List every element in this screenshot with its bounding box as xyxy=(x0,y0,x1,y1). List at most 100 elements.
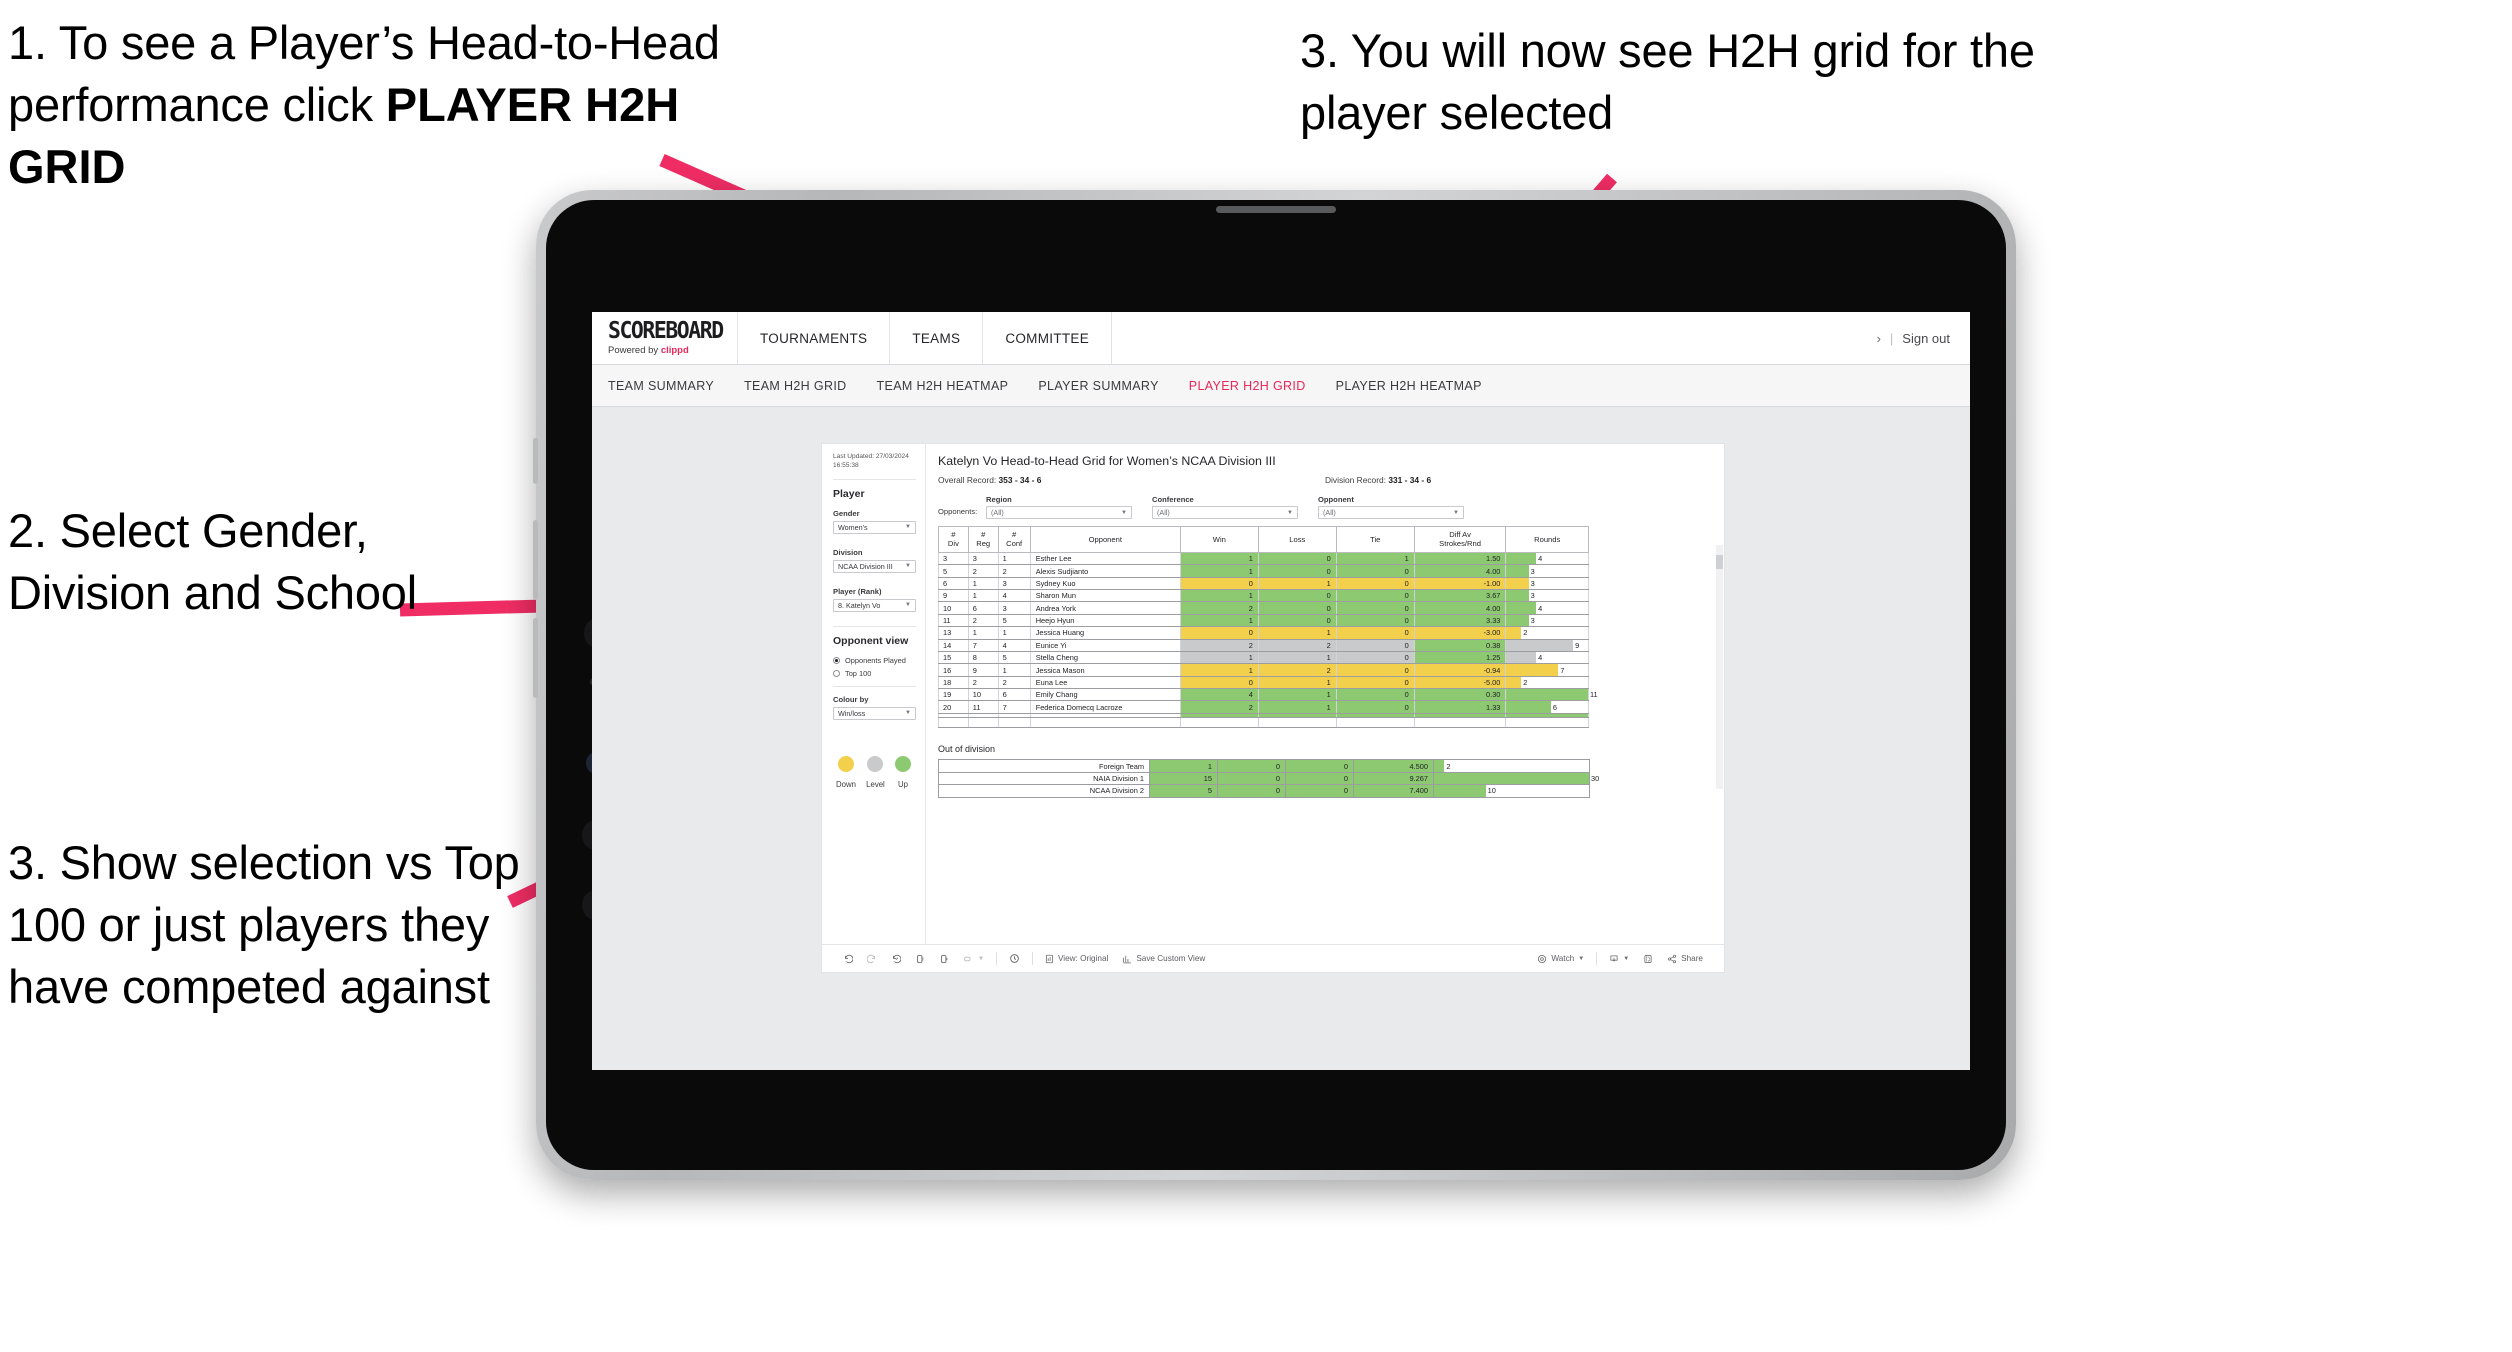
table-row[interactable]: 9 1 4 Sharon Mun 1 0 0 3.67 3 xyxy=(938,589,1589,603)
radio-top-100[interactable]: Top 100 xyxy=(833,669,916,678)
revert-button[interactable] xyxy=(884,954,908,964)
table-row[interactable]: 18 2 2 Euna Lee 0 1 0 -5.00 2 xyxy=(938,675,1589,690)
conference-select-value: (All) xyxy=(1157,508,1170,517)
gender-select-value: Women's xyxy=(838,522,868,532)
refresh-data-button[interactable] xyxy=(908,954,932,964)
redo-button[interactable] xyxy=(860,954,884,964)
download-button[interactable]: ▼ xyxy=(1602,954,1636,964)
cell-tie: 0 xyxy=(1335,601,1415,615)
toolbar-divider-1 xyxy=(995,952,997,965)
primary-nav: TOURNAMENTS TEAMS COMMITTEE xyxy=(738,312,1113,364)
cell-loss: 0 xyxy=(1257,613,1337,628)
nav-item-committee[interactable]: COMMITTEE xyxy=(983,312,1113,364)
table-row[interactable]: 15 8 5 Stella Cheng 1 1 0 1.25 4 xyxy=(938,650,1589,665)
table-row[interactable]: 5 2 2 Alexis Sudjianto 1 0 0 4.00 3 xyxy=(938,564,1589,578)
player-rank-select[interactable]: 8. Katelyn Vo ▼ xyxy=(833,598,916,612)
out-of-division-row[interactable]: NAIA Division 1 15 0 0 9.267 30 xyxy=(938,771,1599,786)
pause-updates-button[interactable] xyxy=(932,954,956,964)
cell-loss: 1 xyxy=(1257,576,1337,591)
rounds-value: 3 xyxy=(1530,578,1535,588)
cell-diff: 4.00 xyxy=(1413,601,1507,615)
conference-select[interactable]: (All) ▼ xyxy=(1152,506,1298,519)
cell-conf: 1 xyxy=(997,626,1031,640)
legend-label-level: Level xyxy=(866,779,885,789)
table-row[interactable]: 10 6 3 Andrea York 2 0 0 4.00 4 xyxy=(938,601,1589,615)
cell-reg: 11 xyxy=(967,700,999,714)
brand-name: SCOREBOARD xyxy=(608,316,724,344)
table-row[interactable]: 19 10 6 Emily Chang 4 1 0 0.30 11 xyxy=(938,688,1598,702)
pause-auto-updates-button[interactable] xyxy=(1002,953,1027,964)
table-row[interactable]: 6 1 3 Sydney Kuo 0 1 0 -1.00 3 xyxy=(938,576,1589,591)
nav-item-tournaments[interactable]: TOURNAMENTS xyxy=(738,312,891,364)
nav-item-teams[interactable]: TEAMS xyxy=(890,312,984,364)
rounds-bar xyxy=(1506,664,1559,676)
table-scrollbar-thumb[interactable] xyxy=(1716,555,1723,569)
cell-win: 1 xyxy=(1179,663,1259,677)
table-row[interactable]: 20 11 7 Federica Domecq Lacroze 2 1 0 1.33 6 xyxy=(938,700,1589,714)
app-top-bar: SCOREBOARD Powered by clippd TOURNAMENTS… xyxy=(592,312,1970,365)
cell-rounds: 4 xyxy=(1505,601,1589,615)
device-layout-icon xyxy=(964,956,971,961)
gender-select[interactable]: Women's ▼ xyxy=(833,520,916,534)
col-conf: # Conf xyxy=(997,526,1031,553)
device-button-volume-down[interactable] xyxy=(533,618,538,698)
cell-rounds: 3 xyxy=(1505,564,1589,578)
fullscreen-button[interactable] xyxy=(1636,954,1660,964)
fullscreen-icon xyxy=(1644,954,1652,963)
tab-player-summary[interactable]: PLAYER SUMMARY xyxy=(1038,379,1158,393)
watch-button[interactable]: Watch ▼ xyxy=(1530,954,1591,964)
table-row[interactable]: 13 1 1 Jessica Huang 0 1 0 -3.00 2 xyxy=(938,626,1589,640)
cell-div: 10 xyxy=(938,601,969,615)
division-record-label: Division Record: xyxy=(1325,475,1386,485)
device-layout-button[interactable]: ▼ xyxy=(956,954,991,964)
cell-reg: 10 xyxy=(967,688,999,702)
tab-player-h2h-heatmap[interactable]: PLAYER H2H HEATMAP xyxy=(1336,379,1482,393)
cell-reg: 2 xyxy=(967,613,999,628)
table-row[interactable]: 3 3 1 Esther Lee 1 0 1 1.50 4 xyxy=(938,551,1589,566)
sign-out-button[interactable]: Sign out xyxy=(1902,331,1950,346)
brand-logo[interactable]: SCOREBOARD Powered by clippd xyxy=(592,312,738,364)
out-of-division-row[interactable]: NCAA Division 2 5 0 0 7.400 10 xyxy=(938,784,1590,798)
cell-win: 1 xyxy=(1179,551,1259,566)
out-of-division-row[interactable]: Foreign Team 1 0 0 4.500 2 xyxy=(938,759,1590,773)
undo-button[interactable] xyxy=(836,954,860,964)
table-row[interactable]: 11 2 5 Heejo Hyun 1 0 0 3.33 3 xyxy=(938,613,1589,628)
device-button-volume-up[interactable] xyxy=(533,520,538,600)
division-select-value: NCAA Division III xyxy=(838,561,893,571)
tab-player-h2h-grid[interactable]: PLAYER H2H GRID xyxy=(1189,379,1306,393)
save-custom-view-label: Save Custom View xyxy=(1136,954,1206,963)
chevron-right-icon[interactable]: › xyxy=(1877,331,1881,346)
device-button-power[interactable] xyxy=(533,438,538,484)
rounds-value: 3 xyxy=(1530,591,1535,601)
table-vertical-scrollbar[interactable] xyxy=(1716,545,1723,789)
table-row[interactable]: 16 9 1 Jessica Mason 1 2 0 -0.94 7 xyxy=(938,663,1589,677)
cell-diff: -0.94 xyxy=(1413,663,1507,677)
radio-opponents-played[interactable]: Opponents Played xyxy=(833,656,916,665)
cell-reg: 8 xyxy=(967,650,999,665)
overall-record: Overall Record: 353 - 34 - 6 xyxy=(938,475,1325,485)
rounds-bar xyxy=(1434,772,1589,785)
undo-icon xyxy=(845,954,853,963)
chevron-down-icon: ▼ xyxy=(1453,509,1459,516)
tab-team-summary[interactable]: TEAM SUMMARY xyxy=(608,379,714,393)
watch-icon xyxy=(1538,954,1547,963)
cell-rounds: 4 xyxy=(1505,551,1589,566)
legend-label-up: Up xyxy=(898,779,908,789)
cell-tie: 0 xyxy=(1335,564,1415,578)
view-original-button[interactable]: View: Original xyxy=(1038,954,1115,964)
table-row[interactable]: 14 7 4 Eunice Yi 2 2 0 0.38 9 xyxy=(938,638,1589,652)
tab-team-h2h-grid[interactable]: TEAM H2H GRID xyxy=(744,379,846,393)
col-reg-l1: # xyxy=(981,530,986,539)
revert-icon xyxy=(893,954,901,963)
division-select[interactable]: NCAA Division III ▼ xyxy=(833,559,916,573)
save-custom-view-button[interactable]: Save Custom View xyxy=(1115,954,1212,964)
share-button[interactable]: Share xyxy=(1660,954,1710,964)
cell-loss: 0 xyxy=(1217,759,1286,773)
colour-by-select[interactable]: Win/loss ▼ xyxy=(833,706,916,720)
opponent-select[interactable]: (All) ▼ xyxy=(1318,506,1464,519)
region-select[interactable]: (All) ▼ xyxy=(986,506,1132,519)
record-summary: Overall Record: 353 - 34 - 6 Division Re… xyxy=(938,475,1712,485)
cell-reg: 2 xyxy=(967,675,999,690)
tab-team-h2h-heatmap[interactable]: TEAM H2H HEATMAP xyxy=(877,379,1009,393)
cell-empty xyxy=(1257,716,1337,729)
